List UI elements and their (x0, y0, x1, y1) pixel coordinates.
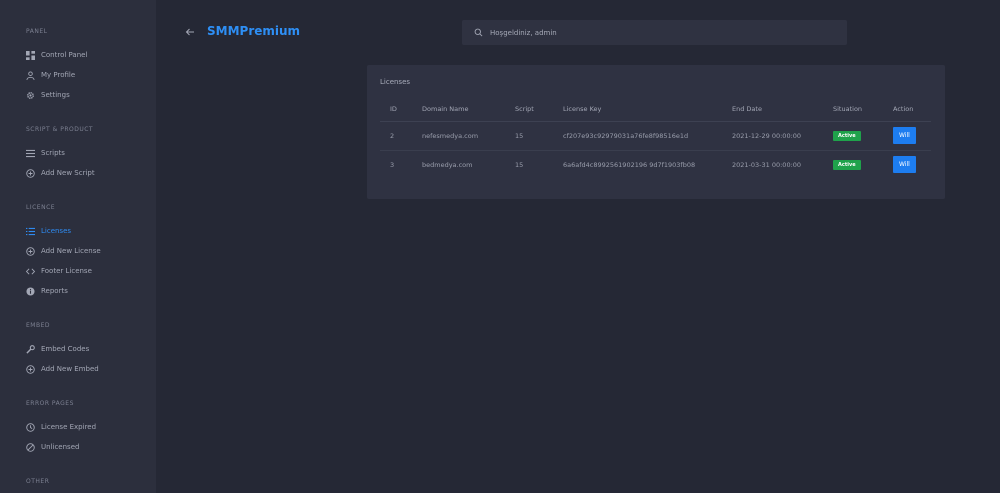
cell-situation: Active (823, 121, 883, 151)
will-button[interactable]: Will (893, 156, 916, 174)
list-icon (26, 149, 35, 158)
section-title: LICENCE (26, 204, 56, 211)
cell-action: Will (883, 150, 931, 179)
sidebar-item-label: Reports (41, 287, 68, 295)
sidebar-item-my-profile[interactable]: My Profile (0, 65, 156, 85)
sidebar-item-settings[interactable]: Settings (0, 85, 156, 105)
section-title: PANEL (26, 28, 48, 35)
sidebar-section-embed: EMBED Embed Codes Add New Embed (0, 322, 156, 379)
brand-title[interactable]: SMMPremium (207, 24, 300, 38)
search-icon (474, 28, 483, 37)
sidebar-item-label: Add New Embed (41, 365, 99, 373)
cell-end-date: 2021-12-29 00:00:00 (722, 121, 823, 151)
wrench-icon (26, 344, 35, 354)
main-content: SMMPremium Licenses ID Domain Name Scrip… (156, 0, 1000, 493)
sidebar-item-label: Unlicensed (41, 443, 80, 451)
cell-end-date: 2021-03-31 00:00:00 (732, 160, 802, 169)
info-icon (26, 286, 35, 296)
sidebar-section-licence: LICENCE Licenses Add New License Footer … (0, 204, 156, 301)
gear-icon (26, 91, 35, 100)
cell-domain: bedmedya.com (422, 160, 473, 169)
sidebar-item-add-new-script[interactable]: Add New Script (0, 163, 156, 183)
plus-circle-icon (26, 246, 35, 256)
sidebar-item-unlicensed[interactable]: Unlicensed (0, 437, 156, 457)
sidebar-section-panel: PANEL Control Panel My Profile Settings (0, 28, 156, 105)
user-icon (26, 70, 35, 80)
status-badge: Active (833, 130, 861, 141)
sidebar: PANEL Control Panel My Profile Settings … (0, 0, 156, 493)
cell-situation: Active (823, 150, 883, 179)
sidebar-item-reports[interactable]: Reports (0, 281, 156, 301)
status-badge: Active (833, 159, 861, 170)
ban-icon (26, 442, 35, 452)
sidebar-item-label: Licenses (41, 227, 72, 235)
column-header-action[interactable]: Action (883, 97, 931, 122)
sidebar-item-label: Footer License (41, 267, 92, 275)
sidebar-item-license-expired[interactable]: License Expired (0, 417, 156, 437)
cell-script: 15 (515, 160, 524, 169)
sidebar-item-label: Add New License (41, 247, 101, 255)
column-header-end-date[interactable]: End Date (722, 97, 823, 122)
column-header-license-key[interactable]: License Key (553, 97, 722, 122)
sidebar-section-error-pages: ERROR PAGES License Expired Unlicensed (0, 400, 156, 457)
cell-action: Will (883, 121, 931, 151)
plus-circle-icon (26, 364, 35, 374)
cell-license-key: 6a6afd4c8992561902196 9d7f1903fb08 (563, 160, 696, 169)
sidebar-item-control-panel[interactable]: Control Panel (0, 45, 156, 65)
sidebar-item-label: License Expired (41, 423, 97, 431)
clock-icon (26, 422, 35, 432)
sidebar-item-label: My Profile (41, 71, 76, 79)
section-title: ERROR PAGES (26, 400, 74, 407)
sidebar-item-embed-codes[interactable]: Embed Codes (0, 339, 156, 359)
cell-id: 2 (380, 121, 412, 151)
sidebar-section-other: OTHER (0, 478, 156, 485)
sidebar-item-label: Scripts (41, 149, 65, 157)
dashboard-icon (26, 50, 35, 60)
licenses-card: Licenses ID Domain Name Script License K… (367, 65, 945, 199)
plus-circle-icon (26, 168, 35, 178)
sidebar-item-label: Embed Codes (41, 345, 90, 353)
column-header-script[interactable]: Script (505, 97, 553, 122)
cell-script: 15 (505, 121, 553, 151)
column-header-situation[interactable]: Situation (823, 97, 883, 122)
section-title: EMBED (26, 322, 50, 329)
column-header-domain[interactable]: Domain Name (412, 97, 505, 122)
sidebar-item-label: Settings (41, 91, 70, 99)
sidebar-item-label: Add New Script (41, 169, 95, 177)
table-header-row: ID Domain Name Script License Key End Da… (380, 97, 931, 122)
section-title: OTHER (26, 478, 50, 485)
sidebar-item-add-new-embed[interactable]: Add New Embed (0, 359, 156, 379)
card-title: Licenses (380, 78, 411, 86)
cell-domain: nefesmedya.com (412, 121, 505, 151)
sidebar-item-footer-license[interactable]: Footer License (0, 261, 156, 281)
cell-license-key: cf207e93c92979031a76fe8f98516e1d (553, 121, 722, 151)
cell-id: 3 (390, 160, 395, 169)
sidebar-item-scripts[interactable]: Scripts (0, 143, 156, 163)
search-bar[interactable] (462, 20, 847, 45)
back-arrow-icon[interactable] (185, 27, 195, 37)
sidebar-item-label: Control Panel (41, 51, 88, 59)
search-input[interactable] (490, 28, 830, 37)
table-row: 3 bedmedya.com 15 6a6afd4c8992561902196 … (380, 150, 931, 179)
sidebar-item-add-new-license[interactable]: Add New License (0, 241, 156, 261)
column-header-id[interactable]: ID (380, 97, 412, 122)
table-row: 2 nefesmedya.com 15 cf207e93c92979031a76… (380, 121, 931, 151)
sidebar-section-script-product: SCRIPT & PRODUCT Scripts Add New Script (0, 126, 156, 183)
list-icon (26, 227, 35, 236)
licenses-table: ID Domain Name Script License Key End Da… (380, 97, 931, 179)
code-icon (26, 267, 35, 276)
will-button[interactable]: Will (893, 127, 916, 144)
section-title: SCRIPT & PRODUCT (26, 126, 94, 133)
sidebar-item-licenses[interactable]: Licenses (0, 221, 156, 241)
